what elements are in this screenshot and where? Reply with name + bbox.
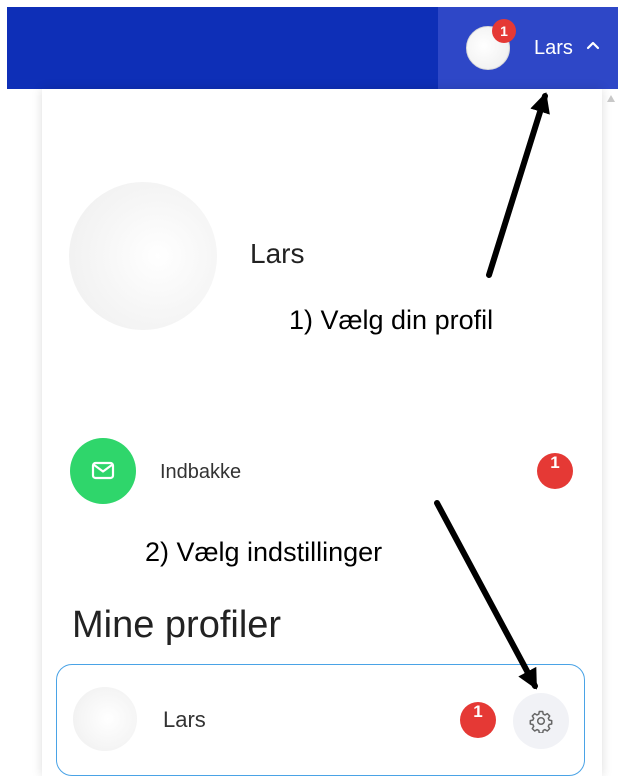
gear-icon	[529, 710, 553, 733]
notification-badge: 1	[492, 19, 516, 43]
scroll-up-arrow-icon[interactable]	[606, 94, 616, 104]
profile-card-avatar[interactable]	[73, 687, 137, 751]
inbox-link[interactable]: Indbakke	[160, 461, 241, 484]
annotation-step-1: 1) Vælg din profil	[289, 305, 494, 335]
profile-avatar[interactable]	[69, 182, 217, 330]
profile-card-count-badge: 1	[460, 702, 496, 738]
inbox-icon-button[interactable]	[70, 438, 136, 504]
section-title-my-profiles: Mine profiler	[72, 604, 282, 646]
user-menu-button[interactable]: 1 Lars	[438, 7, 618, 89]
profile-card-name[interactable]: Lars	[163, 707, 206, 733]
annotation-step-2: 2) Vælg indstillinger	[145, 537, 383, 567]
profile-name[interactable]: Lars	[250, 238, 304, 270]
user-menu-name[interactable]: Lars	[534, 37, 573, 60]
settings-button[interactable]	[513, 693, 569, 749]
chevron-up-icon[interactable]	[586, 40, 600, 50]
inbox-count-badge: 1	[537, 453, 573, 489]
mail-icon	[91, 461, 115, 480]
top-navigation-bar: 1 Lars	[7, 7, 618, 89]
